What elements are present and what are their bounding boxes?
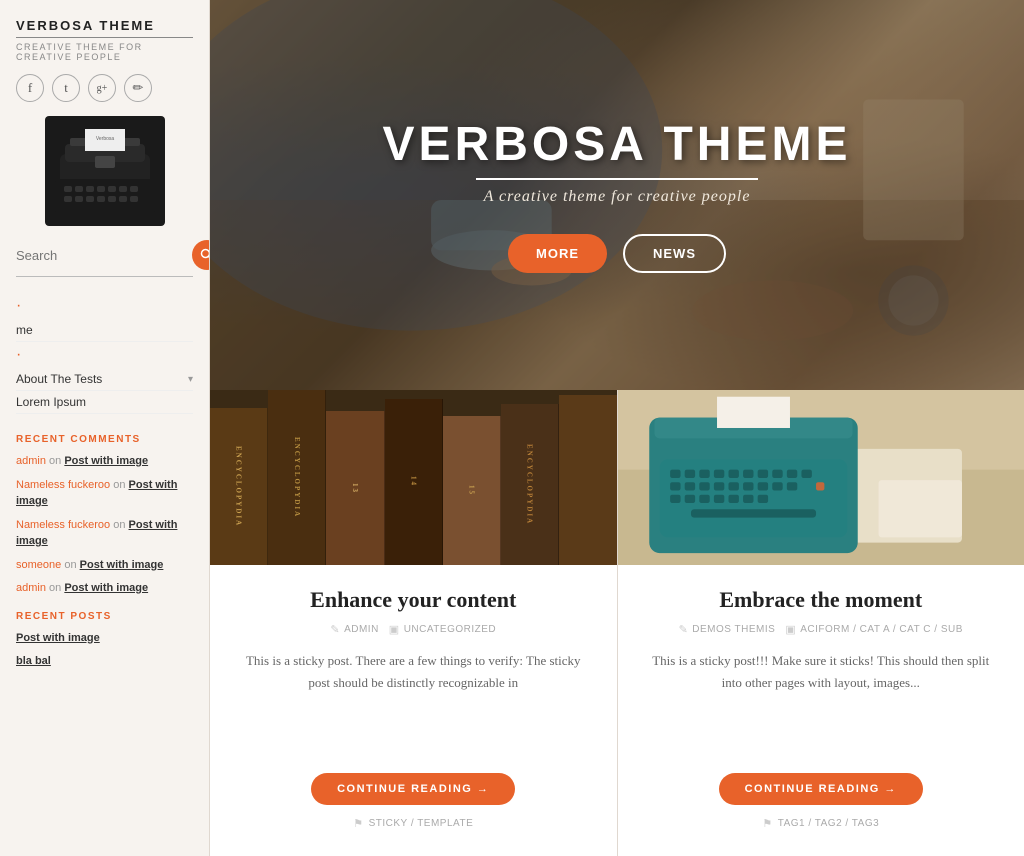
- continue-reading-button-2[interactable]: CONTINUE READING →: [719, 773, 923, 805]
- post-tags-2: ⚑ TAG1 / TAG2 / TAG3: [762, 817, 879, 830]
- post-card-2: Embrace the moment ✎ DEMOS THEMIS ▣ ACIF…: [618, 390, 1024, 856]
- social-links: f t g+ ✏: [16, 74, 193, 102]
- facebook-icon[interactable]: f: [16, 74, 44, 102]
- main-navigation: · me · About The Tests ▾ Lorem Ipsum: [16, 293, 193, 414]
- sidebar-brand-title: VERBOSA THEME: [16, 18, 193, 38]
- sidebar-brand-subtitle: CREATIVE THEME FOR CREATIVE PEOPLE: [16, 42, 193, 62]
- hero-buttons: MORE NEWS: [508, 234, 726, 273]
- post-footer-1: CONTINUE READING → ⚑ STICKY / TEMPLATE: [234, 773, 593, 844]
- post-meta-1: ✎ ADMIN ▣ UNCATEGORIZED: [234, 623, 593, 636]
- post-image-1: ENCYCLOPYDIA ENCYCLOPYDIA 13 14 15 ENCYC…: [210, 390, 617, 565]
- comment-item-1: admin on Post with image: [16, 453, 193, 470]
- sidebar: VERBOSA THEME CREATIVE THEME FOR CREATIV…: [0, 0, 210, 856]
- hero-more-button[interactable]: MORE: [508, 234, 607, 273]
- nav-item-dot2[interactable]: ·: [16, 342, 193, 368]
- hero-overlay: VERBOSA THEME A creative theme for creat…: [210, 0, 1024, 390]
- post-meta-2: ✎ DEMOS THEMIS ▣ ACIFORM / CAT A / CAT C…: [642, 623, 1001, 636]
- recent-post-2: bla bal: [16, 653, 193, 670]
- post-card-1: ENCYCLOPYDIA ENCYCLOPYDIA 13 14 15 ENCYC…: [210, 390, 618, 856]
- post-excerpt-2: This is a sticky post!!! Make sure it st…: [642, 650, 1001, 755]
- link-icon[interactable]: ✏: [124, 74, 152, 102]
- sidebar-logo: Verbosa: [45, 116, 165, 226]
- hero-section: VERBOSA THEME A creative theme for creat…: [210, 0, 1024, 390]
- search-bar: [16, 240, 193, 277]
- recent-comments-title: RECENT COMMENTS: [16, 434, 193, 445]
- hero-title: VERBOSA THEME: [383, 117, 852, 180]
- comment-item-5: admin on Post with image: [16, 580, 193, 597]
- twitter-icon[interactable]: t: [52, 74, 80, 102]
- post-title-2: Embrace the moment: [642, 587, 1001, 613]
- hero-news-button[interactable]: NEWS: [623, 234, 726, 273]
- recent-post-1: Post with image: [16, 630, 193, 647]
- comment-item-4: someone on Post with image: [16, 557, 193, 574]
- post-excerpt-1: This is a sticky post. There are a few t…: [234, 650, 593, 755]
- posts-grid: ENCYCLOPYDIA ENCYCLOPYDIA 13 14 15 ENCYC…: [210, 390, 1024, 856]
- post-body-2: Embrace the moment ✎ DEMOS THEMIS ▣ ACIF…: [618, 565, 1024, 856]
- svg-text:Verbosa: Verbosa: [95, 136, 114, 142]
- comment-item-3: Nameless fuckeroo on Post withimage: [16, 517, 193, 550]
- nav-item-dot1[interactable]: ·: [16, 293, 193, 319]
- continue-reading-button-1[interactable]: CONTINUE READING →: [311, 773, 515, 805]
- search-button[interactable]: [192, 240, 210, 270]
- comment-item-2: Nameless fuckeroo on Post withimage: [16, 477, 193, 510]
- hero-subtitle: A creative theme for creative people: [484, 188, 751, 206]
- nav-item-me[interactable]: me: [16, 319, 193, 342]
- nav-item-about[interactable]: About The Tests ▾: [16, 368, 193, 391]
- post-footer-2: CONTINUE READING → ⚑ TAG1 / TAG2 / TAG3: [642, 773, 1001, 844]
- post-image-2: [618, 390, 1024, 565]
- post-body-1: Enhance your content ✎ ADMIN ▣ UNCATEGOR…: [210, 565, 617, 856]
- post-title-1: Enhance your content: [234, 587, 593, 613]
- search-input[interactable]: [16, 248, 192, 263]
- googleplus-icon[interactable]: g+: [88, 74, 116, 102]
- recent-posts-title: RECENT POSTS: [16, 611, 193, 622]
- nav-item-lorem[interactable]: Lorem Ipsum: [16, 391, 193, 414]
- post-tags-1: ⚑ STICKY / TEMPLATE: [353, 817, 473, 830]
- main-content: VERBOSA THEME A creative theme for creat…: [210, 0, 1024, 856]
